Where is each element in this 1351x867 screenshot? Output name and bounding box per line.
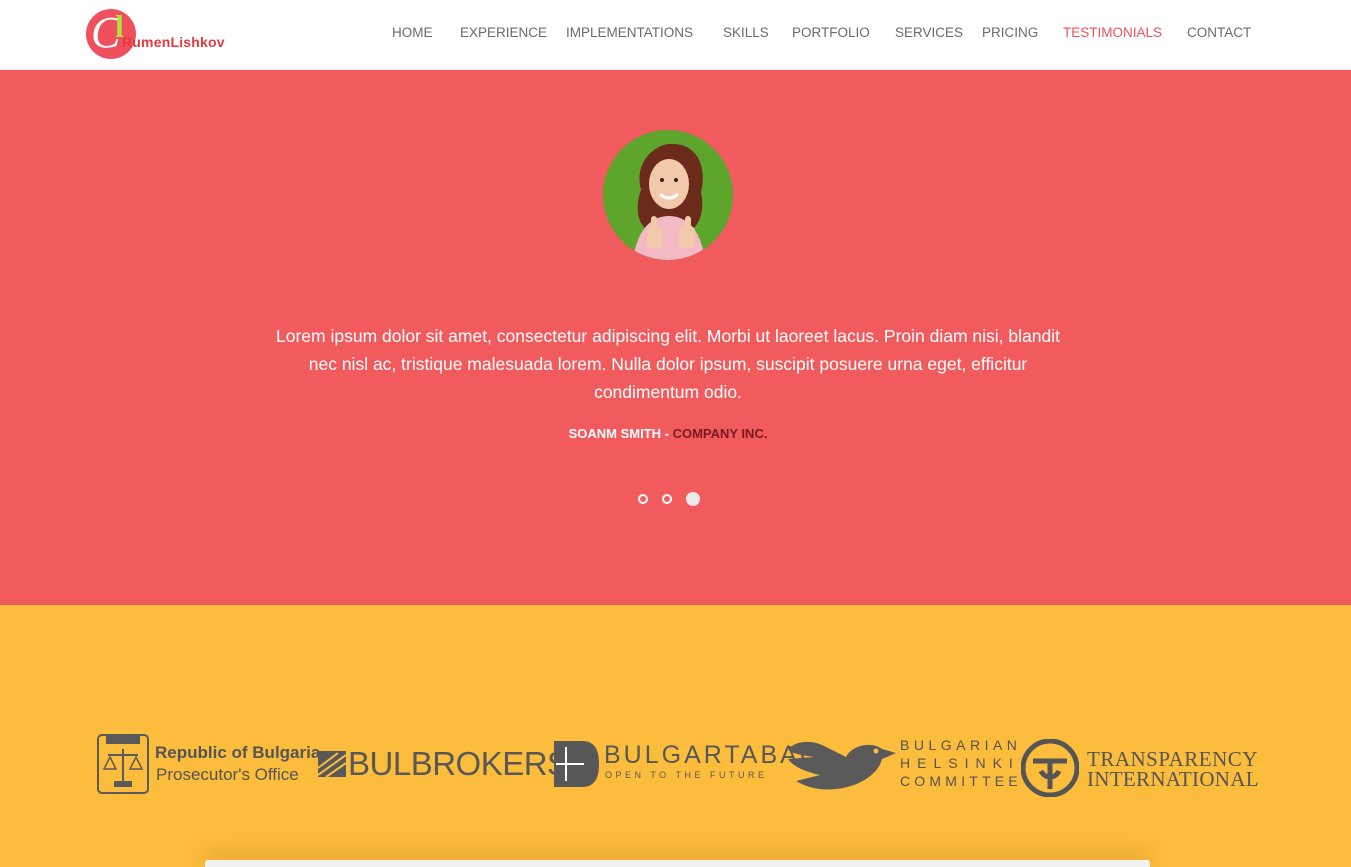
logo-wordmark: RumenLishkov — [122, 34, 225, 50]
helsinki-line3: COMMITTEE — [900, 773, 1022, 789]
prosecutor-seal-icon — [97, 734, 149, 794]
slide-dot-1[interactable] — [638, 494, 648, 504]
site-logo[interactable]: Cl RumenLishkov — [86, 9, 236, 61]
nav-skills[interactable]: SKILLS — [723, 25, 769, 40]
clients-section: Republic of Bulgaria Prosecutor's Office… — [0, 605, 1351, 867]
testimonial-author: SOANM SMITH - COMPANY INC. — [0, 426, 1336, 441]
slide-dot-3[interactable] — [686, 492, 700, 506]
helsinki-bird-icon — [788, 741, 896, 790]
prosecutor-line2: Prosecutor's Office — [156, 765, 299, 784]
slide-dot-2[interactable] — [662, 494, 672, 504]
author-name: SOANM SMITH - — [568, 426, 669, 441]
client-logo-bulgartabac[interactable]: BULGARTABAC OPEN TO THE FUTURE — [554, 739, 818, 789]
bulgartabac-mark-icon — [554, 741, 599, 787]
helsinki-line2: HELSINKI — [900, 755, 1020, 771]
nav-testimonials[interactable]: TESTIMONIALS — [1063, 25, 1162, 40]
helsinki-line1: BULGARIAN — [900, 737, 1022, 753]
person-photo-icon — [603, 130, 733, 260]
nav-pricing[interactable]: PRICING — [982, 25, 1038, 40]
transparency-line2: INTERNATIONAL — [1087, 767, 1259, 791]
client-logo-bulbrokers[interactable]: BULBROKERS — [318, 745, 569, 785]
testimonials-section: Lorem ipsum dolor sit amet, consectetur … — [0, 70, 1351, 605]
nav-services[interactable]: SERVICES — [895, 25, 963, 40]
nav-contact[interactable]: CONTACT — [1187, 25, 1251, 40]
bulbrokers-mark-icon — [318, 751, 346, 777]
prosecutor-line1: Republic of Bulgaria — [155, 743, 321, 762]
nav-portfolio[interactable]: PORTFOLIO — [792, 25, 870, 40]
testimonial-quote: Lorem ipsum dolor sit amet, consectetur … — [276, 325, 1060, 402]
slider-pagination — [638, 492, 700, 506]
client-logo-helsinki[interactable]: BULGARIAN HELSINKI COMMITTEE — [786, 735, 1022, 795]
nav-home[interactable]: HOME — [392, 25, 433, 40]
testimonial-avatar — [603, 130, 733, 260]
bulgartabac-tagline: OPEN TO THE FUTURE — [605, 770, 768, 780]
client-logo-transparency[interactable]: TRANSPARENCY INTERNATIONAL — [1021, 737, 1259, 799]
client-logo-prosecutor[interactable]: Republic of Bulgaria Prosecutor's Office — [96, 733, 320, 797]
nav-implementations[interactable]: IMPLEMENTATIONS — [566, 25, 693, 40]
bulbrokers-name: BULBROKERS — [348, 745, 569, 782]
author-company: COMPANY INC. — [672, 426, 768, 441]
nav-experience[interactable]: EXPERIENCE — [460, 25, 547, 40]
transparency-globe-icon — [1021, 739, 1079, 797]
next-section-edge — [205, 860, 1150, 867]
site-header: Cl RumenLishkov HOME EXPERIENCE IMPLEMEN… — [0, 0, 1351, 70]
